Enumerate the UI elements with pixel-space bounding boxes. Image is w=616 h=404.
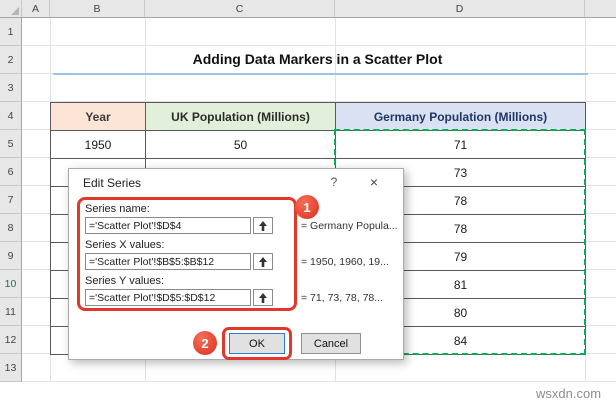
row-header-4[interactable]: 4 — [0, 102, 22, 130]
cancel-button[interactable]: Cancel — [301, 333, 361, 354]
series-name-input[interactable] — [85, 217, 251, 234]
collapse-dialog-button[interactable] — [253, 289, 273, 306]
close-icon[interactable]: × — [359, 172, 389, 191]
sheet-title: Adding Data Markers in a Scatter Plot — [50, 46, 585, 72]
step-2-badge: 2 — [193, 331, 217, 355]
edit-series-dialog: Edit Series ? × Series name: = Germany P… — [68, 168, 404, 360]
row-header-9[interactable]: 9 — [0, 242, 22, 270]
select-all-corner[interactable] — [0, 0, 22, 17]
column-header-partial[interactable] — [585, 0, 616, 17]
row-header-10[interactable]: 10 — [0, 270, 22, 298]
row-header-7[interactable]: 7 — [0, 186, 22, 214]
row-header-6[interactable]: 6 — [0, 158, 22, 186]
column-header-c[interactable]: C — [145, 0, 335, 17]
collapse-dialog-icon — [258, 292, 268, 304]
series-y-label: Series Y values: — [85, 275, 164, 287]
ok-button[interactable]: OK — [229, 333, 285, 354]
series-name-preview: = Germany Popula... — [301, 220, 398, 232]
row-header-2[interactable]: 2 — [0, 46, 22, 74]
collapse-dialog-button[interactable] — [253, 253, 273, 270]
row-header-5[interactable]: 5 — [0, 130, 22, 158]
collapse-dialog-icon — [258, 220, 268, 232]
series-y-preview: = 71, 73, 78, 78... — [301, 292, 383, 304]
table-cell[interactable]: 71 — [336, 131, 586, 159]
column-header-b[interactable]: B — [50, 0, 145, 17]
table-header-uk[interactable]: UK Population (Millions) — [146, 103, 336, 131]
row-header-3[interactable]: 3 — [0, 74, 22, 102]
series-x-input[interactable] — [85, 253, 251, 270]
row-header-12[interactable]: 12 — [0, 326, 22, 354]
excel-window: A B C D 1 2 3 4 5 6 7 8 9 10 11 12 13 Ad… — [0, 0, 616, 404]
table-header-year[interactable]: Year — [51, 103, 146, 131]
help-icon[interactable]: ? — [321, 172, 347, 191]
row-header-11[interactable]: 11 — [0, 298, 22, 326]
series-x-label: Series X values: — [85, 239, 164, 251]
column-header-d[interactable]: D — [335, 0, 585, 17]
watermark: wsxdn.com — [536, 386, 601, 401]
series-y-input[interactable] — [85, 289, 251, 306]
row-header-bar: 1 2 3 4 5 6 7 8 9 10 11 12 13 — [0, 18, 22, 382]
collapse-dialog-icon — [258, 256, 268, 268]
step-1-badge: 1 — [295, 195, 319, 219]
column-header-a[interactable]: A — [22, 0, 50, 17]
series-name-label: Series name: — [85, 203, 150, 215]
table-cell[interactable]: 1950 — [51, 131, 146, 159]
series-x-preview: = 1950, 1960, 19... — [301, 256, 389, 268]
title-underline — [53, 73, 588, 75]
row-header-1[interactable]: 1 — [0, 18, 22, 46]
table-header-germany[interactable]: Germany Population (Millions) — [336, 103, 586, 131]
table-cell[interactable]: 50 — [146, 131, 336, 159]
collapse-dialog-button[interactable] — [253, 217, 273, 234]
row-header-8[interactable]: 8 — [0, 214, 22, 242]
dialog-title: Edit Series — [83, 176, 141, 190]
column-header-bar: A B C D — [0, 0, 616, 18]
row-header-13[interactable]: 13 — [0, 354, 22, 382]
